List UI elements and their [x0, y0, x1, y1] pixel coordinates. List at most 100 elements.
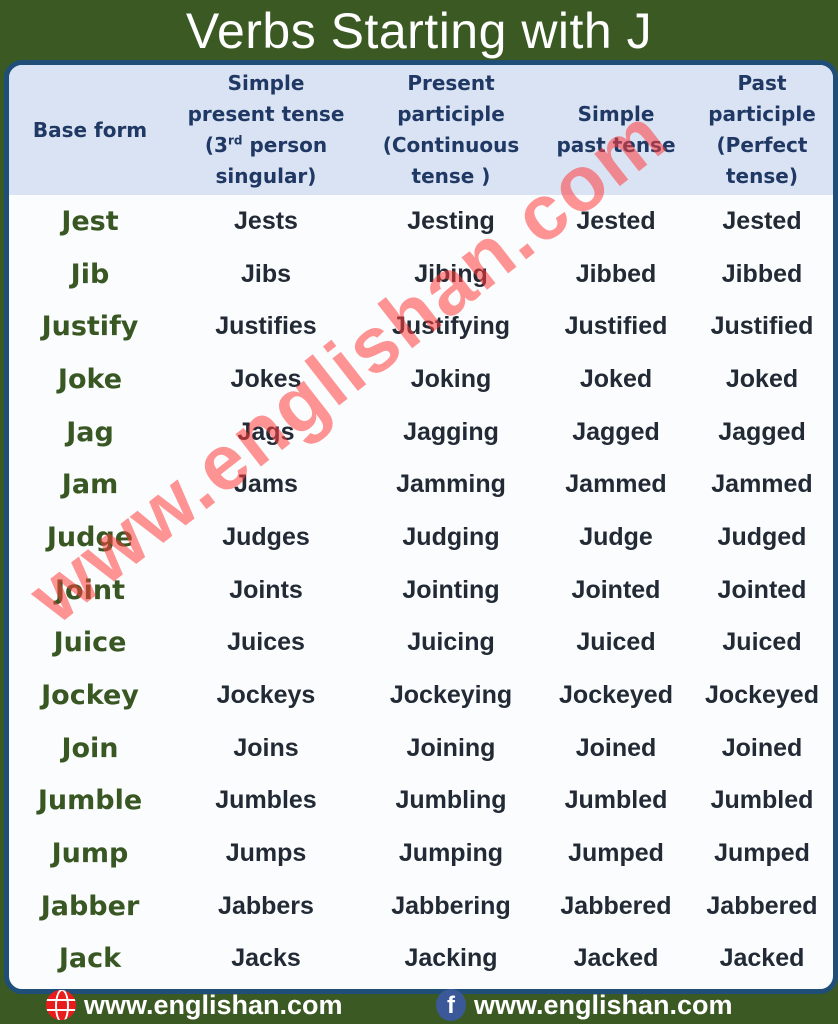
cell-present-participle: Jockeying	[389, 681, 513, 710]
table-row: Jabber Jabbers Jabbering Jabbered Jabbered	[9, 880, 833, 933]
cell-past-participle: Jested	[722, 206, 802, 235]
cell-simple-past: Joined	[575, 733, 657, 762]
cell-present-participle: Jointing	[402, 575, 500, 604]
cell-simple-past: Joked	[579, 364, 653, 393]
verbs-table: Base form Simple present tense (3rd pers…	[4, 60, 838, 994]
cell-base-form: Jack	[58, 943, 122, 975]
cell-simple-past: Jacked	[573, 944, 659, 973]
cell-present-participle: Jabbering	[391, 891, 511, 920]
cell-past-participle: Jammed	[711, 470, 813, 499]
cell-base-form: Joint	[55, 574, 125, 606]
cell-base-form: Join	[61, 732, 119, 764]
table-header: Base form Simple present tense (3rd pers…	[9, 65, 833, 195]
table-row: Join Joins Joining Joined Joined	[9, 722, 833, 775]
cell-simple-present: Jacks	[231, 944, 301, 973]
cell-simple-present: Jockeys	[216, 681, 316, 710]
table-row: Justify Justifies Justifying Justified Justi…	[9, 300, 833, 353]
header-simple-past: Simple past tense	[556, 102, 676, 157]
cell-simple-present: Joins	[233, 733, 299, 762]
footer-facebook-text: www.englishan.com	[474, 989, 733, 1020]
table-row: Judge Judges Judging Judge Judged	[9, 511, 833, 564]
cell-present-participle: Jacking	[404, 944, 498, 973]
cell-present-participle: Jagging	[403, 417, 499, 446]
cell-past-participle: Jumped	[714, 839, 810, 868]
cell-past-participle: Joined	[721, 733, 803, 762]
header-past-participle: Past participle (Perfect tense)	[708, 71, 816, 188]
footer: www.englishan.com f www.englishan.com	[0, 986, 838, 1024]
page-title: Verbs Starting with J	[185, 3, 653, 59]
cell-present-participle: Jumbling	[395, 786, 507, 815]
facebook-icon: f	[436, 989, 466, 1021]
cell-present-participle: Jumping	[398, 839, 504, 868]
cell-present-participle: Judging	[402, 522, 500, 551]
cell-past-participle: Joked	[725, 364, 799, 393]
cell-simple-present: Jumps	[225, 839, 307, 868]
cell-simple-past: Jointed	[571, 575, 661, 604]
cell-base-form: Joke	[57, 363, 123, 395]
cell-past-participle: Jagged	[718, 417, 806, 446]
cell-past-participle: Jumbled	[710, 786, 814, 815]
cell-past-participle: Judged	[717, 522, 807, 551]
table-body: Jest Jests Jesting Jested Jested Jib Jibs Jibin…	[9, 195, 833, 985]
header-present-participle: Present participle (Continuous tense )	[382, 71, 520, 188]
cell-simple-present: Jumbles	[215, 786, 317, 815]
cell-past-participle: Jointed	[717, 575, 807, 604]
globe-icon	[46, 990, 76, 1020]
cell-simple-present: Justifies	[215, 312, 317, 341]
table-row: Jockey Jockeys Jockeying Jockeyed Jockeyed	[9, 669, 833, 722]
cell-simple-past: Jammed	[565, 470, 667, 499]
cell-simple-present: Jibs	[240, 259, 292, 288]
cell-simple-past: Jabbered	[560, 891, 672, 920]
footer-facebook-link[interactable]: f www.englishan.com	[436, 986, 733, 1024]
header-base-form: Base form	[32, 117, 148, 142]
cell-simple-present: Judges	[222, 522, 310, 551]
cell-simple-present: Joints	[229, 575, 303, 604]
cell-present-participle: Juicing	[407, 628, 495, 657]
cell-simple-present: Juices	[227, 628, 305, 657]
table-row: Jam Jams Jamming Jammed Jammed	[9, 458, 833, 511]
table-row: Jump Jumps Jumping Jumped Jumped	[9, 827, 833, 880]
footer-website-text: www.englishan.com	[84, 989, 343, 1020]
cell-simple-past: Jumbled	[564, 786, 668, 815]
cell-base-form: Justify	[41, 311, 139, 343]
table-row: Joint Joints Jointing Jointed Jointed	[9, 564, 833, 617]
cell-present-participle: Jesting	[407, 206, 495, 235]
cell-simple-present: Jags	[237, 417, 295, 446]
cell-simple-past: Judge	[579, 522, 653, 551]
cell-base-form: Jest	[61, 205, 119, 237]
cell-base-form: Jabber	[40, 890, 140, 922]
table-row: Jest Jests Jesting Jested Jested	[9, 195, 833, 248]
header-superscript: rd	[227, 133, 243, 148]
cell-simple-past: Jumped	[568, 839, 664, 868]
cell-present-participle: Joining	[406, 733, 496, 762]
cell-base-form: Jib	[70, 258, 110, 290]
cell-past-participle: Jibbed	[721, 259, 803, 288]
header-simple-present: Simple present tense (3rd person singula…	[171, 65, 361, 195]
cell-simple-present: Jests	[234, 206, 298, 235]
cell-base-form: Jumble	[37, 785, 143, 817]
cell-simple-present: Jokes	[230, 364, 302, 393]
cell-base-form: Juice	[53, 627, 127, 659]
cell-present-participle: Jibing	[414, 259, 488, 288]
cell-simple-past: Jested	[576, 206, 656, 235]
table-row: Juice Juices Juicing Juiced Juiced	[9, 617, 833, 670]
cell-simple-past: Juiced	[576, 628, 656, 657]
cell-base-form: Jag	[66, 416, 114, 448]
cell-base-form: Jump	[51, 838, 129, 870]
cell-present-participle: Justifying	[391, 312, 511, 341]
footer-website-link[interactable]: www.englishan.com	[46, 986, 343, 1024]
cell-base-form: Jam	[61, 469, 119, 501]
cell-present-participle: Joking	[410, 364, 492, 393]
table-row: Joke Jokes Joking Joked Joked	[9, 353, 833, 406]
cell-past-participle: Jacked	[719, 944, 805, 973]
cell-simple-present: Jabbers	[218, 891, 314, 920]
cell-past-participle: Juiced	[722, 628, 802, 657]
cell-simple-past: Jibbed	[575, 259, 657, 288]
table-row: Jack Jacks Jacking Jacked Jacked	[9, 933, 833, 986]
cell-simple-past: Jagged	[572, 417, 660, 446]
cell-simple-past: Justified	[564, 312, 668, 341]
cell-past-participle: Justified	[710, 312, 814, 341]
cell-present-participle: Jamming	[396, 470, 506, 499]
table-row: Jib Jibs Jibing Jibbed Jibbed	[9, 248, 833, 301]
table-row: Jumble Jumbles Jumbling Jumbled Jumbled	[9, 775, 833, 828]
